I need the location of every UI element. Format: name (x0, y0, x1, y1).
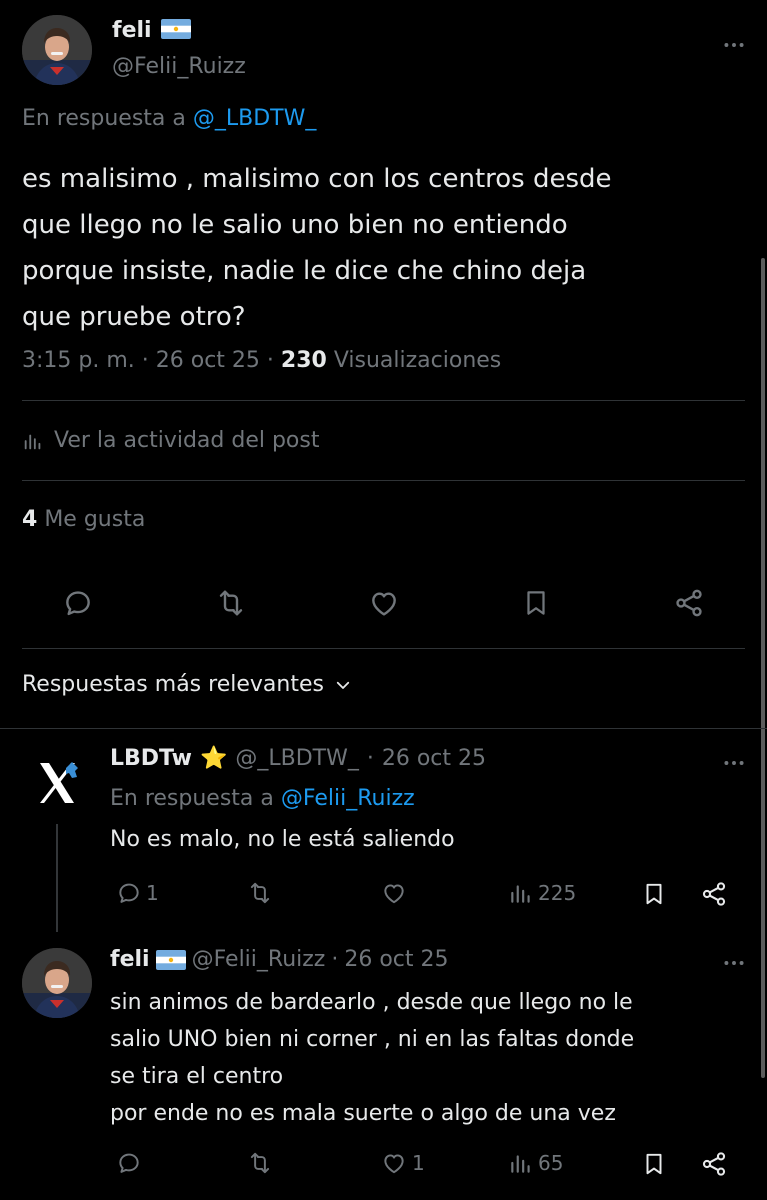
views-bar-chart-icon (22, 430, 44, 452)
reply-prefix: En respuesta a (110, 786, 274, 811)
star-badge-icon: ⭐ (199, 746, 228, 771)
post-date[interactable]: 26 oct 25 (156, 348, 260, 373)
reply-count: 1 (146, 881, 159, 905)
x-logo-avatar[interactable] (22, 748, 92, 818)
bookmark-icon (641, 1150, 667, 1178)
share-button[interactable] (700, 880, 728, 908)
reply-to-mention[interactable]: @_LBDTW_ (193, 106, 316, 131)
divider (22, 480, 745, 481)
scrollbar[interactable] (761, 258, 765, 1078)
user-handle[interactable]: @Felii_Ruizz (192, 947, 326, 972)
heart-icon (380, 1150, 408, 1176)
reply-icon (116, 1150, 142, 1176)
more-horizontal-icon[interactable] (721, 32, 747, 58)
retweet-button[interactable] (246, 880, 278, 906)
views-button[interactable]: 65 (508, 1150, 563, 1176)
likes-label: Me gusta (44, 507, 146, 532)
divider (22, 400, 745, 401)
post-date[interactable]: 26 oct 25 (344, 947, 448, 972)
display-name[interactable]: LBDTw (110, 746, 192, 771)
bookmark-button[interactable] (641, 880, 667, 908)
argentina-flag-icon (161, 19, 191, 39)
post-text-line: que pruebe otro? (22, 302, 246, 332)
post-text-line: que llego no le salio uno bien no entien… (22, 210, 568, 240)
reply-text-line: por ende no es mala suerte o algo de una… (110, 1101, 616, 1126)
views-bar-chart-icon (508, 880, 534, 906)
heart-icon[interactable] (367, 587, 401, 619)
post-meta: 3:15 p. m. · 26 oct 25 · 230 Visualizaci… (22, 348, 502, 373)
views-bar-chart-icon (508, 1150, 534, 1176)
avatar[interactable] (22, 15, 92, 85)
likes-summary[interactable]: 4 Me gusta (22, 507, 145, 532)
reply-button[interactable]: 1 (116, 880, 159, 906)
share-icon (700, 880, 728, 908)
like-count: 1 (412, 1151, 425, 1175)
reply-text: sin animos de bardearlo , desde que lleg… (110, 984, 634, 1132)
views-count: 230 (280, 348, 327, 373)
chevron-down-icon (334, 676, 352, 694)
heart-icon (380, 880, 408, 906)
share-icon[interactable] (673, 587, 705, 619)
reply-text-line: No es malo, no le está saliendo (110, 827, 455, 852)
post-text-line: es malisimo , malisimo con los centros d… (22, 164, 612, 194)
replies-sort-label: Respuestas más relevantes (22, 672, 324, 697)
bookmark-icon (641, 880, 667, 908)
user-handle[interactable]: @_LBDTW_ (235, 746, 358, 771)
retweet-icon (246, 1150, 274, 1176)
share-button[interactable] (700, 1150, 728, 1178)
argentina-flag-icon (156, 950, 186, 970)
post-time[interactable]: 3:15 p. m. (22, 348, 135, 373)
reply-prefix: En respuesta a (22, 106, 186, 131)
views-button[interactable]: 225 (508, 880, 576, 906)
user-handle[interactable]: @Felii_Ruizz (112, 54, 246, 79)
share-icon (700, 1150, 728, 1178)
bookmark-button[interactable] (641, 1150, 667, 1178)
reply-to-mention[interactable]: @Felii_Ruizz (281, 786, 415, 811)
post-text: es malisimo , malisimo con los centros d… (22, 156, 612, 340)
activity-label: Ver la actividad del post (54, 428, 320, 453)
reply-text-line: se tira el centro (110, 1064, 284, 1089)
retweet-icon[interactable] (214, 587, 248, 619)
more-horizontal-icon[interactable] (721, 950, 747, 976)
more-horizontal-icon[interactable] (721, 750, 747, 776)
reply-text-line: sin animos de bardearlo , desde que lleg… (110, 990, 633, 1015)
divider (22, 648, 745, 649)
likes-count: 4 (22, 507, 38, 532)
reply-button[interactable] (116, 1150, 146, 1176)
retweet-button[interactable] (246, 1150, 278, 1176)
reply-icon (116, 880, 142, 906)
views-count: 65 (538, 1151, 564, 1175)
retweet-icon (246, 880, 274, 906)
avatar[interactable] (22, 948, 92, 1018)
views-count: 225 (538, 881, 577, 905)
reply-icon[interactable] (62, 587, 94, 619)
like-button[interactable]: 1 (380, 1150, 425, 1176)
display-name[interactable]: feli (110, 947, 150, 972)
bookmark-icon[interactable] (521, 587, 551, 619)
thread-line (56, 824, 58, 932)
views-label: Visualizaciones (333, 348, 502, 373)
post-date[interactable]: 26 oct 25 (382, 746, 486, 771)
display-name[interactable]: feli (112, 18, 152, 43)
post-text-line: porque insiste, nadie le dice che chino … (22, 256, 587, 286)
replies-sort-dropdown[interactable]: Respuestas más relevantes (22, 672, 352, 697)
post-activity-link[interactable]: Ver la actividad del post (22, 428, 319, 453)
like-button[interactable] (380, 880, 412, 906)
reply-text-line: salio UNO bien ni corner , ni en las fal… (110, 1027, 635, 1052)
divider (0, 728, 767, 729)
